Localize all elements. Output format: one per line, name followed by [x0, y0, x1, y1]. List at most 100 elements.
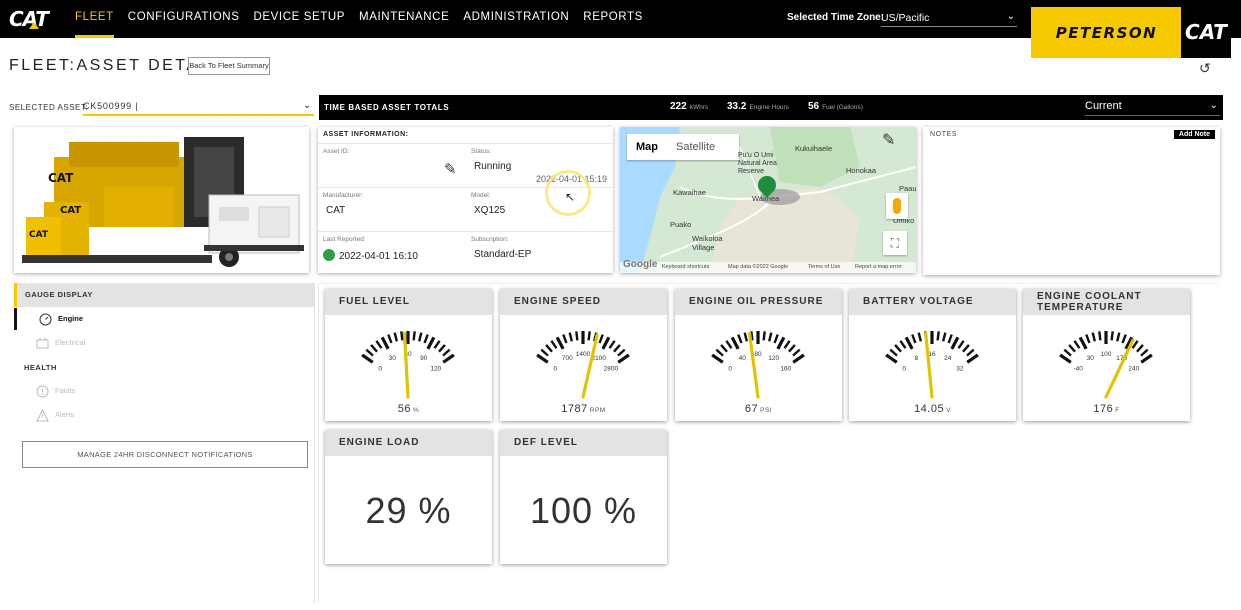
gauge-tick — [776, 336, 786, 350]
nav-configurations[interactable]: CONFIGURATIONS — [128, 0, 240, 38]
nav-maintenance[interactable]: MAINTENANCE — [359, 0, 449, 38]
street-view-icon[interactable] — [886, 193, 908, 219]
map-place: Kawaihae — [673, 188, 706, 197]
gauge-tick — [418, 332, 423, 342]
back-to-fleet-summary-button[interactable]: Back To Fleet Summary — [188, 57, 270, 75]
timezone-select[interactable]: US/Pacific ⌄ — [881, 9, 1017, 27]
gauge-tick — [942, 332, 947, 342]
map-type-tabs: Map Satellite — [627, 134, 739, 160]
manage-disconnect-notifications-button[interactable]: MANAGE 24HR DISCONNECT NOTIFICATIONS — [22, 441, 308, 468]
add-note-button[interactable]: Add Note — [1173, 130, 1215, 139]
refresh-icon[interactable]: ↺ — [1199, 60, 1211, 77]
nav-administration[interactable]: ADMINISTRATION — [463, 0, 569, 38]
gauge-tick — [947, 334, 953, 344]
keyboard-shortcuts-link[interactable]: Keyboard shortcuts — [662, 264, 709, 270]
status-value: Running — [474, 161, 512, 172]
gauge-tick-label: 100 — [1101, 351, 1112, 358]
gauge-tick — [773, 334, 779, 344]
map-place: Honokaa — [846, 166, 877, 175]
gauge-tick — [911, 334, 917, 344]
chevron-down-icon: ⌄ — [1006, 11, 1015, 22]
gauge-title: ENGINE OIL PRESSURE — [675, 289, 842, 315]
gauge-tick — [426, 336, 436, 350]
gauge-card-battery-voltage: BATTERY VOLTAGE 0 8 16 24 32 14.05 V — [849, 289, 1016, 421]
total-fuel: 56 Fuel (Gallons) — [808, 101, 863, 112]
gauge-tick — [966, 353, 979, 364]
gauge-tick — [613, 344, 621, 353]
gauge-tick-label: 120 — [430, 365, 441, 372]
gauge-tick — [936, 331, 940, 341]
gauge-tick — [370, 344, 378, 353]
edit-pencil-icon[interactable]: ✎ — [444, 160, 457, 178]
subscription-value: Standard-EP — [474, 249, 532, 260]
report-error-link[interactable]: Report a map error — [855, 264, 901, 270]
nav-fleet[interactable]: FLEET — [75, 0, 114, 38]
coolant-temperature-gauge: -4030100170240 — [1059, 331, 1153, 399]
tab-satellite[interactable]: Satellite — [667, 134, 724, 160]
nav-device-setup[interactable]: DEVICE SETUP — [253, 0, 345, 38]
gauge-value: 14.05 V — [914, 403, 951, 415]
health-header: HEALTH — [24, 363, 57, 372]
gauge-tick — [885, 353, 898, 364]
totals-label: TIME BASED ASSET TOTALS — [324, 103, 450, 112]
gauge-tick — [1073, 340, 1081, 349]
gauge-card-oil-pressure: ENGINE OIL PRESSURE 0 40 80 120 160 67 PSI — [675, 289, 842, 421]
gauge-tick — [617, 353, 630, 364]
gauge-tick-label: 80 — [754, 351, 762, 358]
asset-location-map[interactable]: Map Satellite Kukuihaele Pu'u O Umi Natu… — [620, 127, 916, 273]
svg-text:CAT: CAT — [60, 205, 81, 216]
gauge-tick — [562, 334, 568, 344]
menu-item-electrical[interactable]: Electrical — [14, 332, 134, 354]
period-select[interactable]: Current ⌄ — [1085, 100, 1220, 116]
edit-pencil-icon[interactable]: ✎ — [882, 130, 895, 150]
map-footer: Keyboard shortcuts Map data ©2022 Google… — [620, 262, 916, 273]
gauge-tick — [737, 334, 743, 344]
svg-text:CAT: CAT — [29, 230, 49, 240]
gauge-tick — [387, 334, 393, 344]
fullscreen-icon[interactable]: ⛶ — [883, 231, 907, 255]
gauge-tick — [550, 340, 558, 349]
gauge-tick-label: 24 — [944, 355, 952, 362]
gauge-tick — [1140, 348, 1149, 357]
terms-link[interactable]: Terms of Use — [808, 264, 840, 270]
gauge-tick — [1136, 344, 1144, 353]
gauge-tick — [1068, 344, 1076, 353]
gauge-tick-label: 1400 — [576, 351, 591, 358]
gauge-card-fuel-level: FUEL LEVEL 0 30 60 90 120 56% — [325, 289, 492, 421]
gauge-tick — [1121, 334, 1127, 344]
nav-reports[interactable]: REPORTS — [583, 0, 643, 38]
engine-load-value: 29 % — [365, 490, 452, 531]
menu-item-alerts[interactable]: Alerts — [14, 404, 134, 426]
gauge-tick — [1140, 353, 1153, 364]
gauge-tick — [950, 336, 960, 350]
menu-item-engine[interactable]: Engine — [14, 308, 134, 330]
google-logo: Google — [623, 259, 658, 270]
map-place: Paau — [899, 184, 916, 193]
gauge-tick — [889, 348, 898, 357]
gauge-tick — [365, 348, 374, 357]
gauge-tick-label: 120 — [768, 355, 779, 362]
selected-asset-select[interactable]: CK500999 | ⌄ — [83, 99, 314, 116]
def-level-card: DEF LEVEL 100 % — [500, 430, 667, 564]
gauge-tick — [783, 340, 791, 349]
gauge-tick — [788, 344, 796, 353]
engine-speed-gauge: 0700140021002800 — [536, 331, 630, 399]
gauge-tick — [720, 344, 728, 353]
gauge-tick — [442, 353, 455, 364]
tab-map[interactable]: Map — [627, 134, 667, 160]
gauge-tick-label: 40 — [739, 355, 747, 362]
asset-id-field: Asset ID: ✎ — [318, 143, 466, 187]
gauge-tick — [555, 336, 565, 350]
gauge-tick-label: 0 — [728, 365, 732, 372]
gauge-tick — [904, 336, 914, 350]
total-engine-hours: 33.2 Engine Hours — [727, 101, 789, 112]
cat-logo[interactable]: CAT — [9, 7, 49, 31]
notes-card: NOTES Add Note — [923, 127, 1220, 275]
gauge-tick — [1110, 331, 1114, 341]
menu-item-faults[interactable]: Faults — [14, 380, 134, 402]
gauge-value: 67 PSI — [744, 403, 773, 415]
selected-asset-value: CK500999 | — [83, 101, 139, 111]
manufacturer-field: Manufacturer: CAT — [318, 187, 466, 231]
dealer-cat-logo: CAT — [1181, 7, 1231, 58]
gauge-title: BATTERY VOLTAGE — [849, 289, 1016, 315]
